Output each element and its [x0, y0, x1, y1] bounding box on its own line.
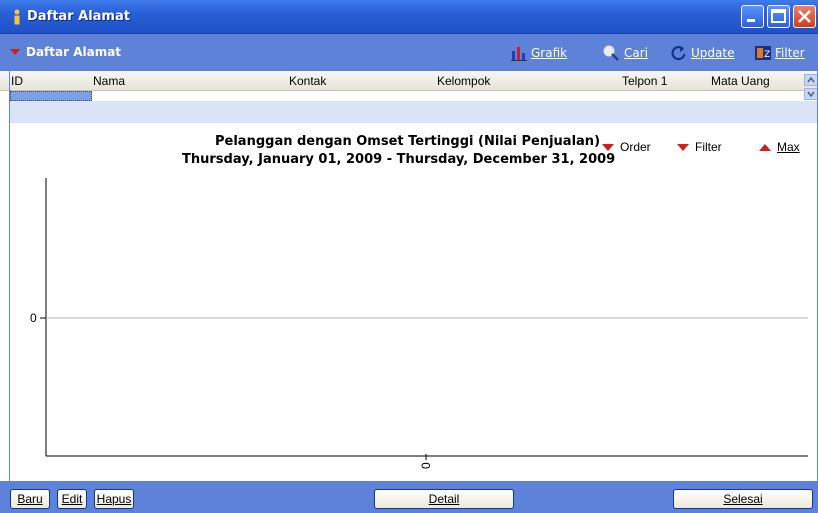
new-button[interactable]: Baru [10, 489, 50, 509]
y-tick-label: 0 [30, 311, 37, 325]
maximize-icon [771, 9, 786, 23]
maximize-button[interactable] [767, 5, 790, 28]
table-row-empty [10, 101, 818, 123]
edit-button-label: Edit [61, 492, 83, 506]
new-button-label: Baru [17, 492, 43, 506]
scroll-down-button[interactable] [804, 88, 818, 100]
filter-arrow-icon [677, 143, 689, 151]
minimize-icon [747, 19, 755, 22]
title-bar: Daftar Alamat [0, 0, 818, 34]
table-header: ID Nama Kontak Kelompok Telpon 1 Mata Ua… [0, 71, 818, 91]
scroll-down-icon [807, 91, 815, 98]
filter-icon: Z [755, 46, 771, 60]
filter-option[interactable]: Filter [677, 140, 722, 154]
update-button[interactable]: Update [671, 44, 734, 62]
detail-button-label: Detail [428, 492, 460, 506]
window-title: Daftar Alamat [27, 9, 130, 24]
column-header-nama[interactable]: Nama [93, 74, 125, 88]
close-icon [798, 10, 811, 23]
section-title: Daftar Alamat [26, 45, 122, 59]
edit-button[interactable]: Edit [57, 489, 87, 509]
svg-text:Z: Z [764, 50, 770, 60]
column-header-telpon[interactable]: Telpon 1 [622, 74, 667, 88]
column-header-mata-uang[interactable]: Mata Uang [711, 74, 770, 88]
scroll-up-button[interactable] [804, 74, 818, 86]
table-row[interactable] [92, 91, 802, 101]
order-arrow-icon [602, 143, 614, 151]
search-icon [603, 45, 619, 61]
chart-subtitle: Thursday, January 01, 2009 - Thursday, D… [182, 152, 616, 167]
order-option-label: Order [620, 140, 651, 154]
max-option-label: Max [777, 140, 800, 154]
detail-button[interactable]: Detail [374, 489, 514, 509]
filter-button[interactable]: Z Filter [755, 44, 805, 62]
max-option[interactable]: Max [759, 140, 800, 154]
minimize-button[interactable] [741, 5, 764, 28]
filter-button-label: Filter [775, 46, 805, 60]
search-button-label: Cari [624, 46, 648, 60]
search-button[interactable]: Cari [603, 44, 648, 62]
column-header-kontak[interactable]: Kontak [289, 74, 326, 88]
delete-button[interactable]: Hapus [94, 489, 134, 509]
chart-button[interactable]: Grafik [511, 44, 567, 62]
done-button[interactable]: Selesai [673, 489, 813, 509]
toolbar: Daftar Alamat Grafik Cari Update Z Filte… [0, 34, 818, 71]
order-option[interactable]: Order [602, 140, 651, 154]
chart-title: Pelanggan dengan Omset Tertinggi (Nilai … [215, 134, 601, 149]
close-button[interactable] [793, 5, 816, 28]
column-header-kelompok[interactable]: Kelompok [437, 74, 490, 88]
footer-bar: Baru Edit Hapus Detail Selesai [0, 481, 818, 513]
scroll-up-icon [807, 76, 815, 83]
chart-icon [511, 47, 527, 61]
update-button-label: Update [691, 46, 735, 60]
done-button-label: Selesai [723, 492, 763, 506]
app-info-icon [14, 9, 20, 25]
filter-option-label: Filter [695, 140, 722, 154]
column-header-id[interactable]: ID [11, 74, 23, 88]
delete-button-label: Hapus [96, 492, 132, 506]
x-tick-label: 0 [419, 462, 433, 469]
refresh-icon [671, 46, 686, 61]
chart-plot: 0 0 [30, 178, 808, 469]
chart-button-label: Grafik [531, 46, 568, 60]
collapse-caret-icon[interactable] [10, 49, 20, 55]
max-arrow-icon [759, 143, 771, 151]
selected-row-cell[interactable] [10, 91, 92, 101]
